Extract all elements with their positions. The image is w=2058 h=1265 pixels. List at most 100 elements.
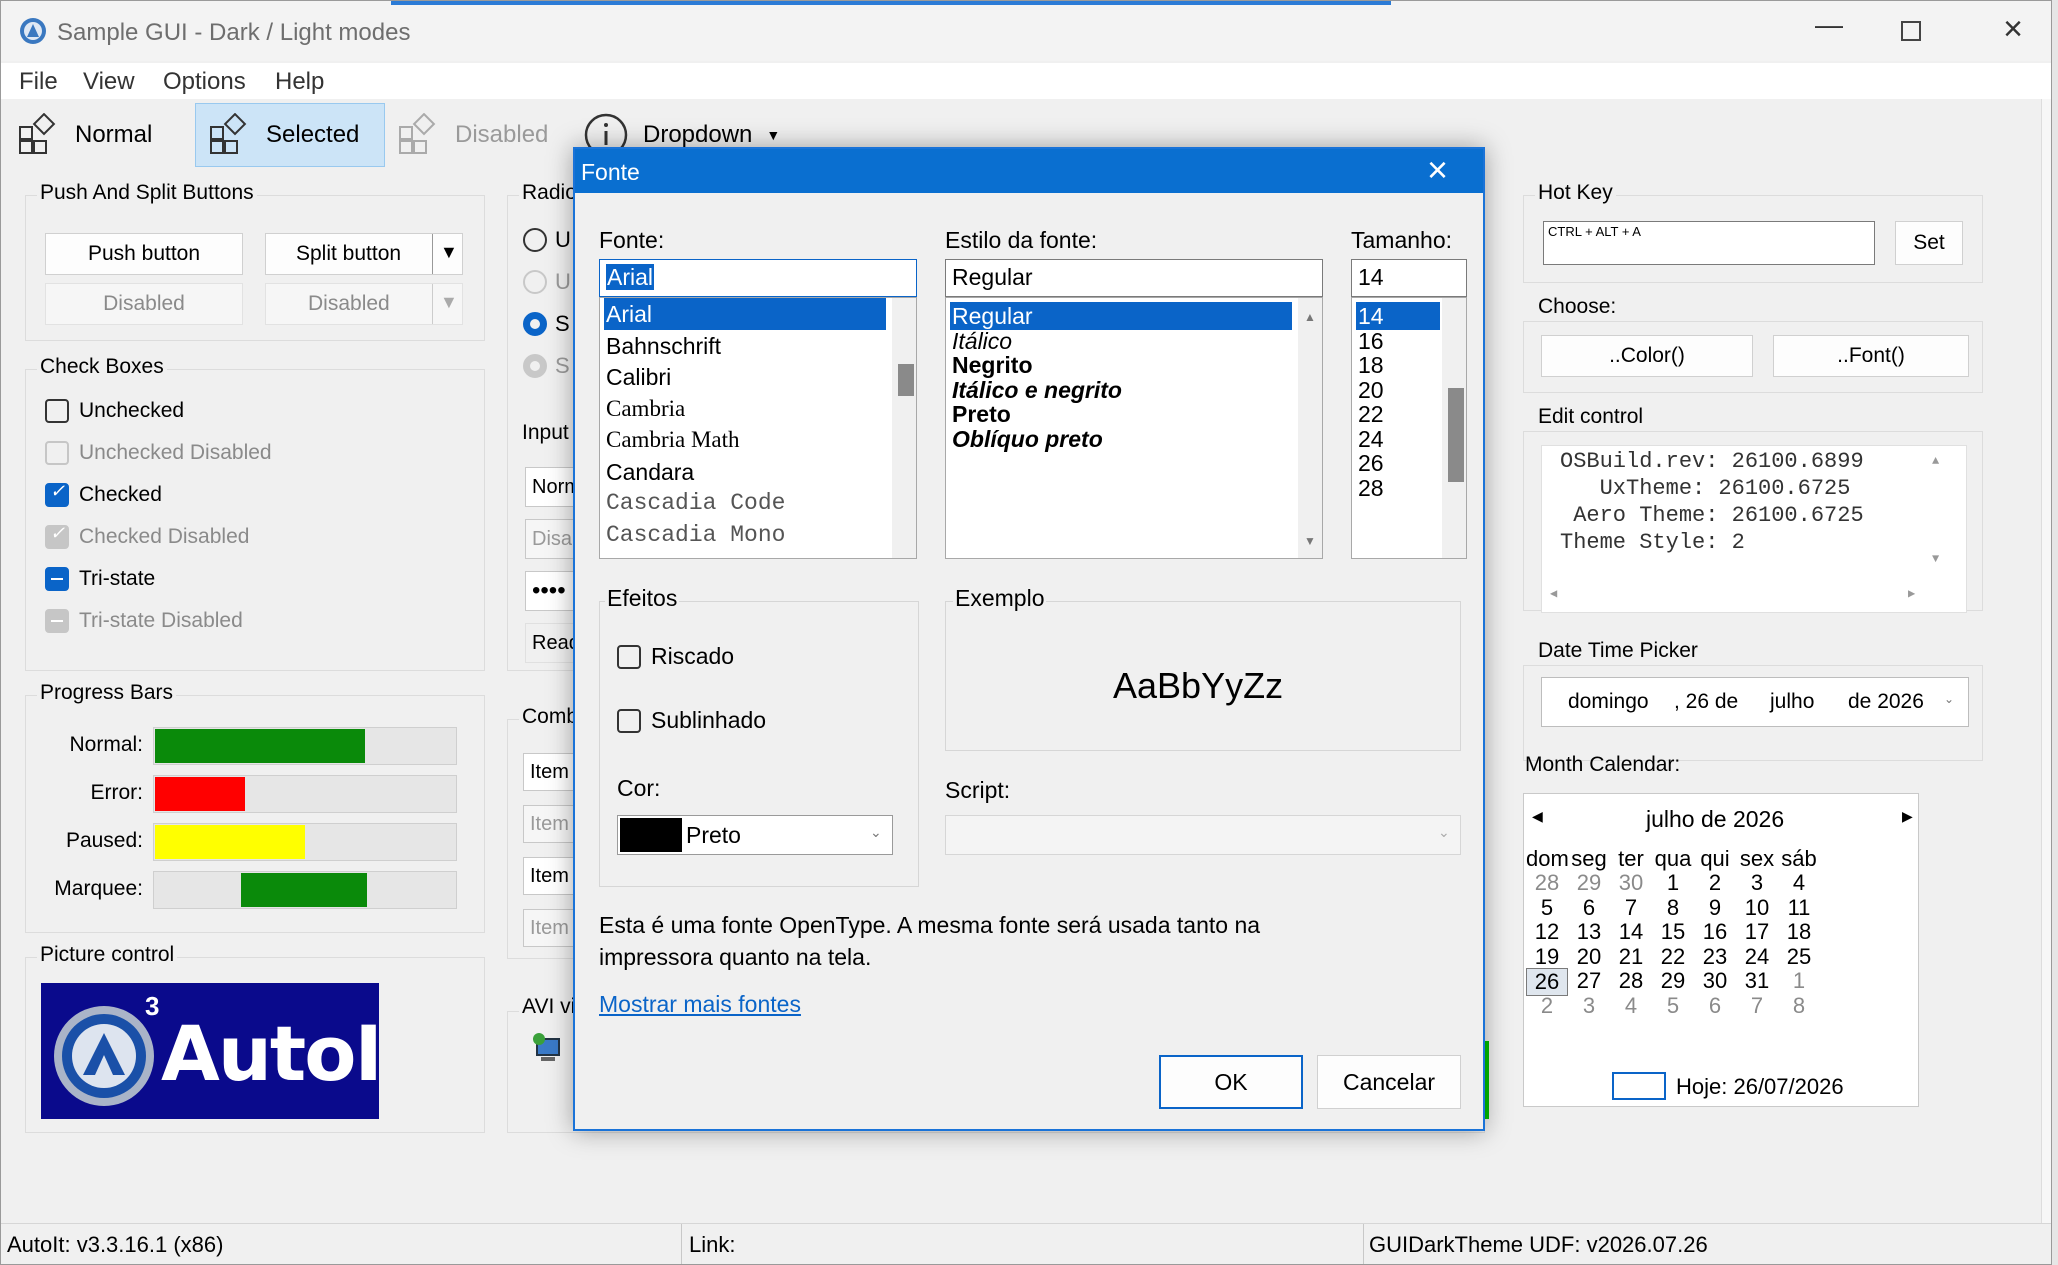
calendar-day[interactable]: 4 [1778,870,1820,896]
checkbox-checked[interactable]: ✓ Checked [45,481,162,507]
calendar-day[interactable]: 8 [1652,895,1694,921]
dtp-date[interactable]: , 26 de [1674,690,1738,714]
calendar-day[interactable]: 9 [1694,895,1736,921]
calendar-day[interactable]: 22 [1652,944,1694,970]
font-list-scrollbar[interactable] [892,298,916,558]
style-input[interactable]: Regular [945,259,1323,297]
radio-item-1[interactable]: U [523,227,571,253]
calendar-day[interactable]: 6 [1568,895,1610,921]
underline-checkbox[interactable]: Sublinhado [617,707,766,734]
calendar-day[interactable]: 14 [1610,919,1652,945]
strikeout-checkbox[interactable]: Riscado [617,643,734,670]
style-list-item[interactable]: Oblíquo preto [950,425,1292,453]
calendar-day[interactable]: 16 [1694,919,1736,945]
font-list-item[interactable]: Calibri [604,361,886,393]
color-select[interactable]: Preto ⌄ [617,815,893,855]
calendar-day[interactable]: 28 [1610,968,1652,994]
calendar-day[interactable]: 1 [1778,968,1820,994]
calendar-day[interactable]: 8 [1778,993,1820,1019]
calendar-day[interactable]: 3 [1568,993,1610,1019]
font-list-item[interactable]: Cascadia Mono [604,519,886,551]
calendar-day[interactable]: 15 [1652,919,1694,945]
maximize-icon[interactable] [1901,21,1921,41]
date-time-picker[interactable]: domingo , 26 de julho de 2026 ⌄ [1541,677,1969,727]
calendar-day[interactable]: 2 [1694,870,1736,896]
font-list-item[interactable]: Arial [604,298,886,330]
calendar-day[interactable]: 24 [1736,944,1778,970]
scroll-up-icon[interactable]: ▲ [1304,310,1316,324]
calendar-day[interactable]: 4 [1610,993,1652,1019]
calendar-day[interactable]: 30 [1694,968,1736,994]
calendar-day[interactable]: 20 [1568,944,1610,970]
prev-month-icon[interactable]: ◀ [1532,808,1543,825]
calendar-day[interactable]: 29 [1568,870,1610,896]
scroll-down-icon[interactable]: ▼ [1304,534,1316,548]
scroll-down-icon[interactable]: ▼ [1932,552,1939,566]
calendar-day[interactable]: 12 [1526,919,1568,945]
calendar-day[interactable]: 5 [1652,993,1694,1019]
edit-control[interactable]: OSBuild.rev: 26100.6899 UxTheme: 26100.6… [1541,445,1967,613]
font-list-item[interactable]: Cambria [604,393,886,425]
chevron-down-icon[interactable]: ⌄ [1944,692,1954,706]
minimize-icon[interactable]: — [1809,9,1849,49]
checkbox-unchecked[interactable]: Unchecked [45,399,184,423]
font-list-item[interactable]: Bahnschrift [604,330,886,362]
calendar-day[interactable]: 5 [1526,895,1568,921]
split-button[interactable]: Split button ▼ [265,233,463,275]
scroll-up-icon[interactable]: ▲ [1932,454,1939,468]
font-list-item[interactable]: Cascadia Code [604,487,886,519]
calendar-day[interactable]: 31 [1736,968,1778,994]
size-list[interactable]: 14 16 18 20 22 24 26 28 [1351,297,1467,559]
calendar-day[interactable]: 2 [1526,993,1568,1019]
calendar-day[interactable]: 27 [1568,968,1610,994]
scroll-right-icon[interactable]: ▶ [1908,586,1915,601]
scroll-thumb[interactable] [898,364,914,396]
calendar-day[interactable]: 13 [1568,919,1610,945]
push-button[interactable]: Push button [45,233,243,275]
calendar-day[interactable]: 3 [1736,870,1778,896]
calendar-day[interactable]: 1 [1652,870,1694,896]
menu-file[interactable]: File [19,68,58,96]
checkbox-tri-state[interactable]: Tri-state [45,567,155,591]
style-list-scrollbar[interactable] [1298,298,1322,558]
radio-item-3[interactable]: S [523,311,570,337]
calendar-day[interactable]: 28 [1526,870,1568,896]
font-list[interactable]: Arial Bahnschrift Calibri Cambria Cambria Ma… [599,297,917,559]
dtp-month[interactable]: julho [1770,690,1814,714]
calendar-day[interactable]: 18 [1778,919,1820,945]
font-name-input[interactable]: Arial [599,259,917,297]
toolbar-selected-button[interactable]: Selected [195,103,385,167]
dtp-day[interactable]: domingo [1568,690,1649,714]
choose-color-button[interactable]: ..Color() [1541,335,1753,377]
chevron-down-icon[interactable]: ▼ [440,242,458,263]
calendar-day[interactable]: 23 [1694,944,1736,970]
choose-font-button[interactable]: ..Font() [1773,335,1969,377]
scroll-left-icon[interactable]: ◀ [1550,586,1557,601]
more-fonts-link[interactable]: Mostrar mais fontes [599,991,801,1018]
calendar-day[interactable]: 7 [1610,895,1652,921]
dtp-year[interactable]: de 2026 [1848,690,1924,714]
toolbar-normal-button[interactable]: Normal [17,103,152,167]
cancel-button[interactable]: Cancelar [1317,1055,1461,1109]
close-icon[interactable]: × [1993,9,2033,49]
next-month-icon[interactable]: ▶ [1902,808,1913,825]
calendar-day[interactable]: 25 [1778,944,1820,970]
calendar-day[interactable]: 7 [1736,993,1778,1019]
calendar-day[interactable]: 10 [1736,895,1778,921]
menu-view[interactable]: View [83,68,135,96]
ok-button[interactable]: OK [1159,1055,1303,1109]
calendar-day[interactable]: 6 [1694,993,1736,1019]
hotkey-set-button[interactable]: Set [1895,221,1963,265]
style-list[interactable]: Regular Itálico Negrito Itálico e negrito Pr… [945,297,1323,559]
calendar-header[interactable]: julho de 2026 [1646,806,1784,833]
calendar-day[interactable]: 21 [1610,944,1652,970]
close-icon[interactable]: × [1427,151,1448,189]
scroll-thumb[interactable] [1448,388,1464,482]
size-input[interactable]: 14 [1351,259,1467,297]
font-list-item[interactable]: Candara [604,456,886,488]
calendar-day[interactable]: 17 [1736,919,1778,945]
today-label[interactable]: Hoje: 26/07/2026 [1676,1074,1844,1100]
calendar-day[interactable]: 29 [1652,968,1694,994]
font-list-item[interactable]: Cambria Math [604,424,886,456]
calendar-day[interactable]: 11 [1778,895,1820,921]
